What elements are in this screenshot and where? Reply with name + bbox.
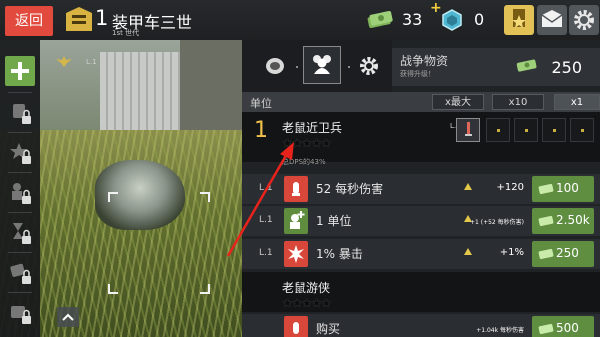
scene-slot-level: L.1	[86, 58, 97, 66]
buy-upgrade-button[interactable]: 250	[532, 241, 594, 267]
sidebar-divider	[8, 92, 32, 93]
upgrade-price: 2.50k	[556, 213, 590, 227]
target-reticle	[108, 192, 210, 294]
medal-icon	[512, 9, 526, 28]
upgrade-gain: +1 (+52 每秒伤害)	[469, 219, 524, 226]
upgrade-gain: +1.04k 每秒伤害	[476, 327, 524, 334]
tab-settings[interactable]	[354, 51, 384, 81]
upgrade-label: 1 单位	[316, 214, 352, 228]
cash-icon	[538, 323, 554, 335]
multiplier-1-button[interactable]: x1	[554, 94, 600, 110]
sidebar-item-locked-4[interactable]	[5, 218, 35, 248]
tab-separator-dot	[296, 66, 298, 68]
add-currency-button[interactable]: +	[430, 0, 442, 16]
equip-slot[interactable]	[570, 118, 594, 142]
sidebar-item-locked-5[interactable]	[5, 258, 35, 288]
equip-slot[interactable]	[486, 118, 510, 142]
unit-generation: 1st 世代	[112, 29, 140, 37]
chevron-up-icon	[62, 313, 74, 321]
tab-vehicle[interactable]	[260, 51, 290, 81]
vehicle-icon	[266, 58, 284, 74]
cash-icon	[516, 59, 537, 72]
upgrade-row: 购买 +1.04k 每秒伤害 500	[242, 314, 600, 337]
red-pointer-arrow	[226, 142, 294, 257]
upgrade-gain: +120	[496, 182, 524, 193]
arrow-up-icon	[464, 248, 472, 255]
unit-stars: ★★★★★	[282, 296, 332, 310]
locked-unit-icon	[13, 104, 31, 124]
locked-star-icon	[10, 143, 31, 164]
upgrade-label: 52 每秒伤害	[316, 182, 384, 196]
unit-name: 老鼠近卫兵	[282, 121, 343, 135]
gem-value: 0	[474, 10, 485, 29]
rank-chevron-icon	[66, 7, 92, 31]
buy-upgrade-button[interactable]: 100	[532, 176, 594, 202]
gear-icon	[574, 10, 594, 30]
add-unit-tab-icon[interactable]	[5, 56, 35, 86]
buy-unit-button[interactable]: 500	[532, 316, 594, 337]
settings-button[interactable]	[569, 5, 599, 35]
upgrade-label: 购买	[316, 322, 341, 336]
sidebar-divider	[8, 132, 32, 133]
resource-subtitle: 获得升级！	[400, 70, 435, 78]
top-bar: 返回 1 装甲车三世 1st 世代 33 + 0	[0, 0, 600, 40]
collapse-button[interactable]	[57, 307, 79, 327]
sidebar-divider	[8, 212, 32, 213]
gear-icon	[360, 57, 378, 75]
locked-troop-icon	[12, 183, 31, 204]
winged-badge-icon	[56, 56, 72, 67]
war-supplies-box: 战争物资 获得升级！ 250	[392, 48, 600, 86]
multiplier-max-button[interactable]: x最大	[432, 94, 484, 110]
equip-slot[interactable]	[514, 118, 538, 142]
upgrade-label: 1% 暴击	[316, 247, 363, 261]
equip-slot[interactable]	[456, 118, 480, 142]
sidebar-item-locked-2[interactable]	[5, 138, 35, 168]
upgrade-price: 250	[556, 246, 579, 260]
ammo-icon	[284, 316, 308, 337]
resource-title: 战争物资	[400, 54, 449, 68]
back-button[interactable]: 返回	[5, 6, 53, 36]
sidebar-divider	[8, 172, 32, 173]
medal-button[interactable]	[504, 5, 534, 35]
knife-icon	[465, 122, 472, 136]
locked-hourglass-icon	[13, 223, 31, 244]
arrow-up-icon	[464, 183, 472, 190]
upgrade-price: 500	[556, 321, 579, 335]
upgrade-price: 100	[556, 181, 579, 195]
cash-icon	[538, 215, 554, 227]
unit-list-header: 单位 x最大 x10 x1	[242, 92, 600, 112]
tab-units[interactable]	[303, 46, 341, 84]
mail-button[interactable]	[537, 5, 567, 35]
sidebar-item-locked-3[interactable]	[5, 178, 35, 208]
cash-icon	[538, 183, 554, 195]
list-title: 单位	[250, 97, 272, 110]
locked-cash-icon	[10, 263, 31, 284]
envelope-icon	[541, 10, 563, 27]
unit-name: 老鼠游侠	[282, 281, 331, 295]
sidebar-divider	[8, 252, 32, 253]
gem-icon	[442, 9, 462, 31]
panel-tabs	[242, 40, 392, 92]
squad-icon	[313, 55, 331, 74]
resource-value: 250	[551, 58, 582, 77]
unit-row[interactable]: 老鼠游侠 ★★★★★	[242, 272, 600, 312]
background-building	[100, 52, 180, 137]
sidebar-divider	[8, 292, 32, 293]
buy-upgrade-button[interactable]: 2.50k	[532, 208, 594, 234]
unit-sidebar	[0, 40, 40, 337]
upgrade-gain: +1%	[499, 247, 524, 258]
equip-slot[interactable]	[542, 118, 566, 142]
cash-icon	[538, 248, 554, 260]
locked-chest-icon	[11, 306, 31, 324]
cash-icon	[367, 10, 393, 28]
tab-separator-dot	[348, 66, 350, 68]
sidebar-item-locked-6[interactable]	[5, 298, 35, 328]
cash-value: 33	[402, 10, 423, 29]
unit-level: 1	[95, 6, 109, 30]
sidebar-item-locked-1[interactable]	[5, 98, 35, 128]
multiplier-10-button[interactable]: x10	[492, 94, 544, 110]
